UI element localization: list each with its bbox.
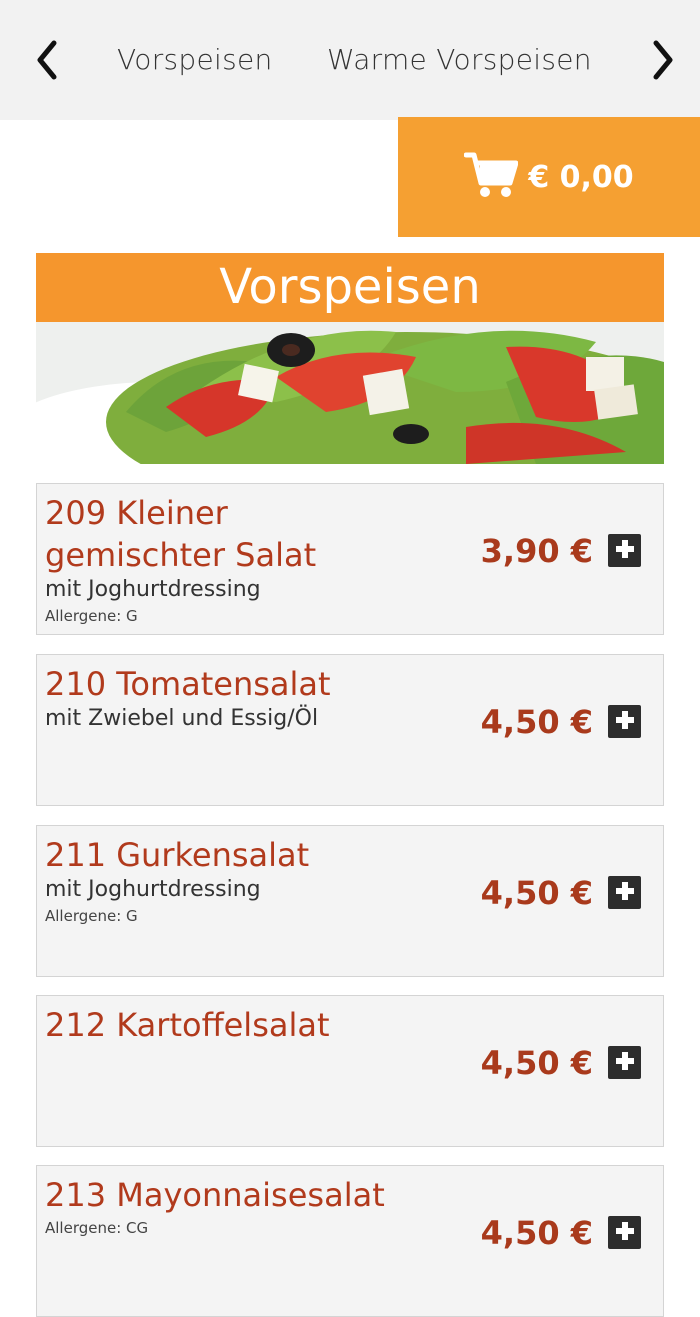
item-name: 209 Kleiner gemischter Salat <box>45 492 465 576</box>
menu-item-210: 210 Tomatensalat mit Zwiebel und Essig/Ö… <box>36 654 664 806</box>
item-allergens: Allergene: G <box>45 907 138 925</box>
menu-item-211: 211 Gurkensalat mit Joghurtdressing Alle… <box>36 825 664 977</box>
item-price: 4,50 € <box>480 874 593 912</box>
item-price: 4,50 € <box>480 703 593 741</box>
cart-total: € 0,00 <box>528 159 634 195</box>
plus-icon <box>614 1220 636 1246</box>
plus-icon <box>614 538 636 564</box>
section-title: Vorspeisen <box>36 253 664 322</box>
nav-category-vorspeisen[interactable]: Vorspeisen <box>117 40 273 80</box>
item-name: 210 Tomatensalat <box>45 665 331 703</box>
chevron-left-icon[interactable] <box>32 38 62 82</box>
plus-icon <box>614 1050 636 1076</box>
item-description: mit Joghurtdressing <box>45 877 261 902</box>
item-name: 211 Gurkensalat <box>45 836 310 874</box>
shopping-cart-icon <box>463 151 519 203</box>
add-to-cart-button[interactable] <box>608 705 641 738</box>
item-name: 213 Mayonnaisesalat <box>45 1176 385 1214</box>
cart-button[interactable]: € 0,00 <box>398 117 700 237</box>
item-price: 4,50 € <box>480 1214 593 1252</box>
item-allergens: Allergene: CG <box>45 1219 149 1237</box>
salad-image <box>36 322 664 464</box>
plus-icon <box>614 709 636 735</box>
item-price: 4,50 € <box>480 1044 593 1082</box>
add-to-cart-button[interactable] <box>608 876 641 909</box>
item-description: mit Zwiebel und Essig/Öl <box>45 706 319 731</box>
menu-item-209: 209 Kleiner gemischter Salat mit Joghurt… <box>36 483 664 635</box>
item-name: 212 Kartoffelsalat <box>45 1006 330 1044</box>
menu-item-212: 212 Kartoffelsalat 4,50 € <box>36 995 664 1147</box>
add-to-cart-button[interactable] <box>608 1216 641 1249</box>
item-description: mit Joghurtdressing <box>45 577 261 602</box>
item-price: 3,90 € <box>480 532 593 570</box>
item-allergens: Allergene: G <box>45 607 138 625</box>
category-nav: Vorspeisen Warme Vorspeisen <box>0 0 700 120</box>
add-to-cart-button[interactable] <box>608 1046 641 1079</box>
add-to-cart-button[interactable] <box>608 534 641 567</box>
item-name-line2: gemischter Salat <box>45 536 317 574</box>
item-name-line1: 209 Kleiner <box>45 494 228 532</box>
chevron-right-icon[interactable] <box>648 38 678 82</box>
menu-item-213: 213 Mayonnaisesalat Allergene: CG 4,50 € <box>36 1165 664 1317</box>
plus-icon <box>614 880 636 906</box>
nav-category-warme-vorspeisen[interactable]: Warme Vorspeisen <box>327 40 592 80</box>
